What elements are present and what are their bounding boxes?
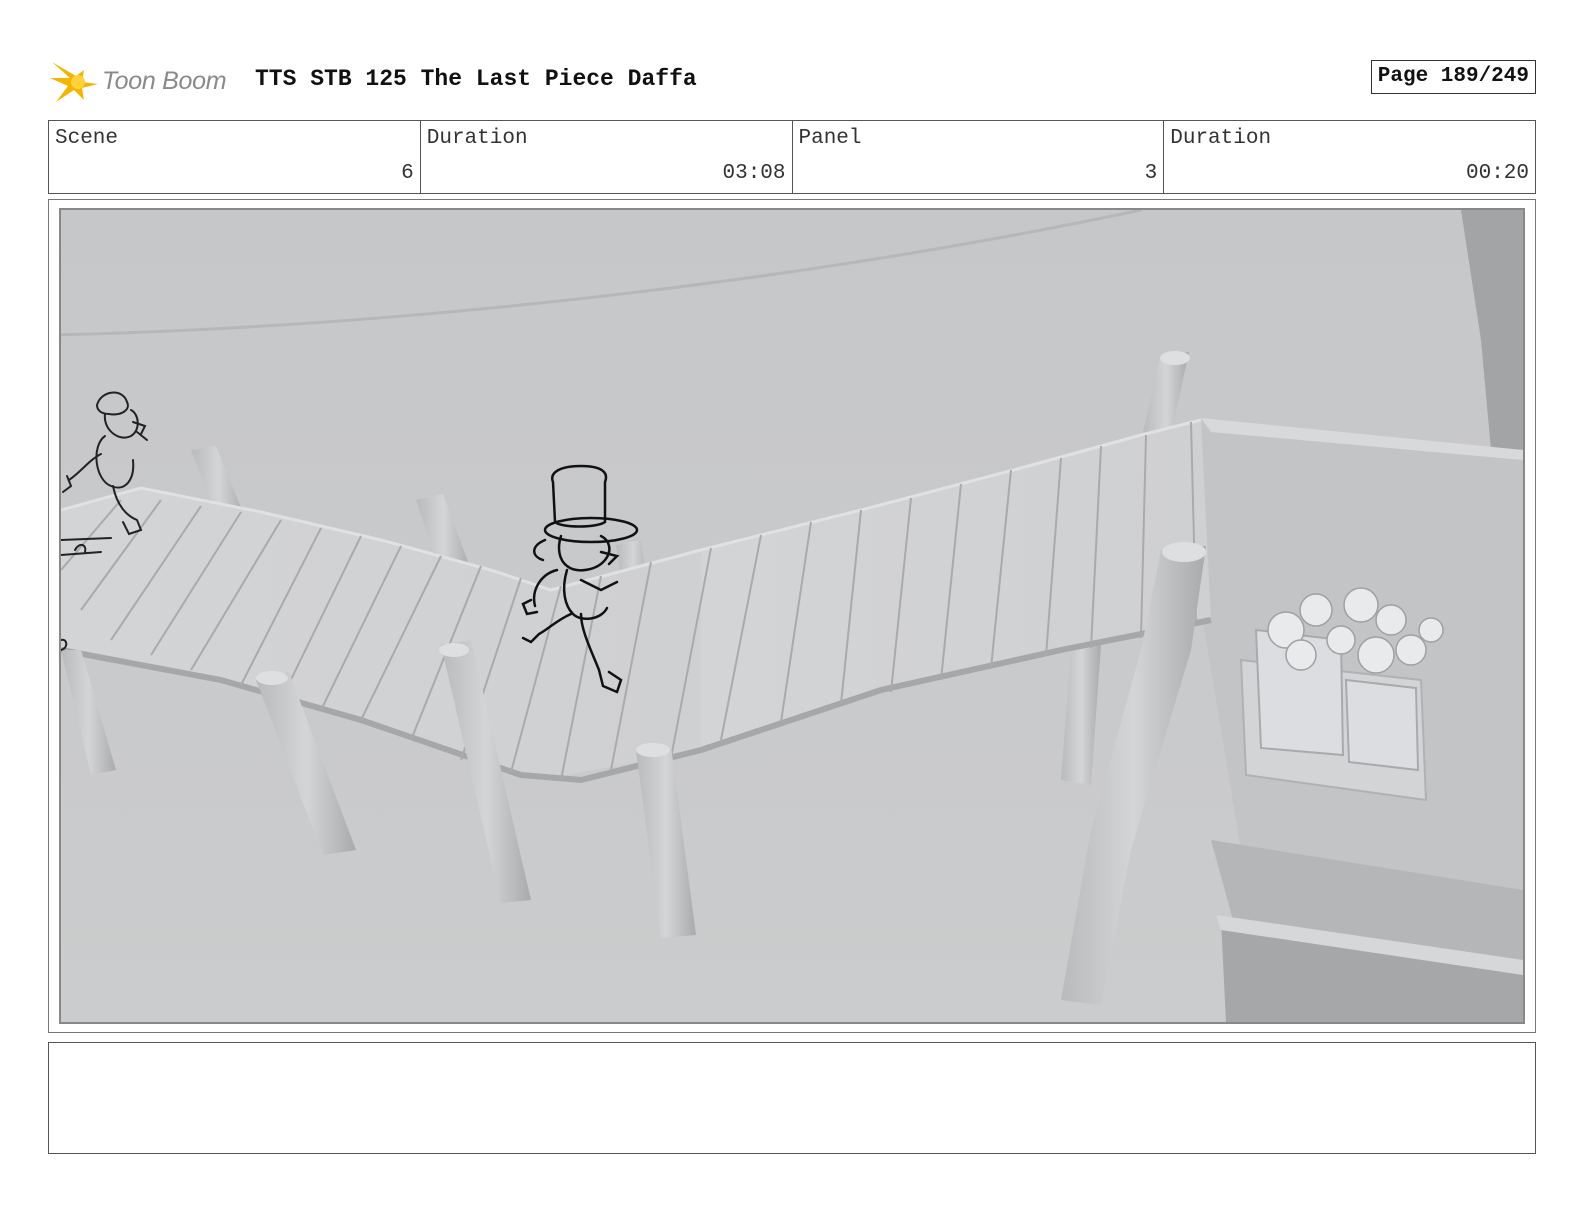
boardwalk-scene-image	[61, 210, 1523, 1022]
storyboard-panel	[48, 199, 1536, 1033]
scene-value: 6	[401, 162, 414, 185]
document-title: TTS STB 125 The Last Piece Daffa	[255, 66, 697, 92]
panel-cell: Panel 3	[793, 121, 1165, 193]
scene-label: Scene	[55, 127, 119, 150]
page-number: Page 189/249	[1370, 60, 1536, 94]
scene-info-table: Scene 6 Duration 03:08 Panel 3 Duration …	[48, 120, 1536, 194]
scene-duration-value: 03:08	[722, 162, 786, 185]
panel-duration-cell: Duration 00:20	[1164, 121, 1535, 193]
panel-duration-label: Duration	[1170, 127, 1272, 150]
page-header: Toon Boom TTS STB 125 The Last Piece Daf…	[50, 56, 1536, 106]
panel-notes	[48, 1042, 1536, 1154]
starburst-icon	[50, 62, 98, 102]
scene-duration-cell: Duration 03:08	[421, 121, 793, 193]
panel-value: 3	[1144, 162, 1158, 185]
logo-text: Toon Boom	[102, 66, 227, 95]
panel-drawing	[59, 208, 1525, 1024]
toon-boom-logo: Toon Boom	[50, 56, 227, 106]
scene-duration-label: Duration	[426, 127, 528, 150]
panel-label: Panel	[798, 127, 862, 150]
panel-duration-value: 00:20	[1465, 162, 1529, 185]
scene-cell: Scene 6	[49, 121, 421, 193]
